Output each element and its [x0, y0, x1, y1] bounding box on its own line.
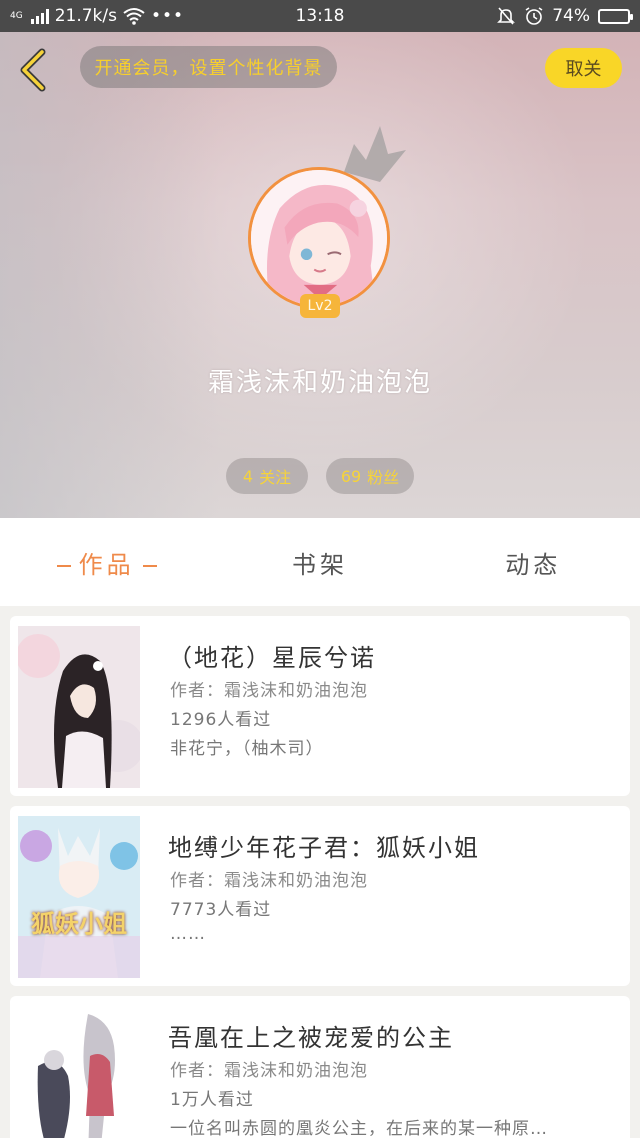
- level-badge: Lv2: [300, 294, 340, 318]
- fans-label: 粉丝: [367, 468, 400, 487]
- avatar[interactable]: [248, 167, 390, 309]
- status-bar: 4G 21.7k/s ••• 13:18 74%: [0, 0, 640, 32]
- tab-works-label: 作品: [78, 550, 135, 579]
- book-author: 作者：霜浅沫和奶油泡泡: [170, 681, 368, 701]
- profile-tabs: 作品 书架 动态: [0, 518, 640, 606]
- alarm-icon: [525, 7, 543, 25]
- book-author: 作者：霜浅沫和奶油泡泡: [170, 1061, 368, 1081]
- book-author: 作者：霜浅沫和奶油泡泡: [170, 871, 368, 891]
- back-icon[interactable]: [14, 46, 54, 94]
- book-description: 非花宁，（柚木司）: [170, 739, 324, 759]
- book-views: 1万人看过: [170, 1090, 254, 1110]
- vip-banner[interactable]: 开通会员，设置个性化背景: [80, 46, 337, 88]
- tab-activity-label: 动态: [505, 550, 562, 579]
- fans-stat[interactable]: 69 粉丝: [326, 458, 414, 494]
- avatar-image: [251, 170, 387, 306]
- following-stat[interactable]: 4 关注: [226, 458, 308, 494]
- book-cover-image: [18, 816, 140, 978]
- following-label: 关注: [259, 468, 292, 487]
- following-count: 4: [242, 466, 254, 486]
- fans-count: 69: [340, 466, 362, 486]
- book-cover[interactable]: 狐妖小姐: [18, 816, 140, 978]
- book-views: 7773人看过: [170, 900, 272, 920]
- tab-works[interactable]: 作品: [0, 545, 213, 580]
- username: 霜浅沫和奶油泡泡: [207, 368, 432, 398]
- wifi-icon: [123, 8, 145, 25]
- book-title[interactable]: （地花）星辰兮诺: [168, 638, 376, 673]
- status-right: 74%: [380, 6, 633, 26]
- book-description: ……: [170, 924, 206, 944]
- status-left: 4G 21.7k/s •••: [10, 6, 260, 26]
- book-views: 1296人看过: [170, 710, 272, 730]
- book-title[interactable]: 吾凰在上之被宠爱的公主: [168, 1018, 454, 1053]
- book-description: 一位名叫赤圆的凰炎公主，在后来的某一种原…: [170, 1119, 548, 1138]
- profile-header: 开通会员，设置个性化背景 取关 Lv2 霜浅沫和奶油泡泡 4 关注 69 粉丝: [0, 32, 640, 518]
- book-cover[interactable]: [18, 626, 140, 788]
- book-card[interactable]: 狐妖小姐 地缚少年花子君：狐妖小姐 作者：霜浅沫和奶油泡泡 7773人看过 ……: [10, 806, 630, 986]
- battery-icon: [598, 8, 633, 24]
- book-card[interactable]: （地花）星辰兮诺 作者：霜浅沫和奶油泡泡 1296人看过 非花宁，（柚木司）: [10, 616, 630, 796]
- battery-percent: 74%: [552, 6, 590, 26]
- network-speed: 21.7k/s: [54, 6, 117, 26]
- book-cover-image: [18, 1006, 140, 1138]
- book-cover-image: [18, 626, 140, 788]
- network-type: 4G: [10, 10, 23, 21]
- tab-activity[interactable]: 动态: [427, 545, 640, 580]
- unfollow-button[interactable]: 取关: [545, 48, 622, 88]
- status-time: 13:18: [295, 6, 345, 26]
- more-indicator: •••: [150, 6, 185, 26]
- tab-bookshelf-label: 书架: [291, 550, 348, 579]
- cover-title: 狐妖小姐: [31, 910, 127, 938]
- mute-icon: [497, 7, 516, 25]
- tab-active-dash-left: [56, 564, 71, 567]
- tab-bookshelf[interactable]: 书架: [213, 545, 426, 580]
- book-cover[interactable]: [18, 1006, 140, 1138]
- signal-icon: [30, 8, 49, 24]
- book-card[interactable]: 吾凰在上之被宠爱的公主 作者：霜浅沫和奶油泡泡 1万人看过 一位名叫赤圆的凰炎公…: [10, 996, 630, 1138]
- tab-active-dash-right: [142, 564, 157, 567]
- book-title[interactable]: 地缚少年花子君：狐妖小姐: [168, 828, 480, 863]
